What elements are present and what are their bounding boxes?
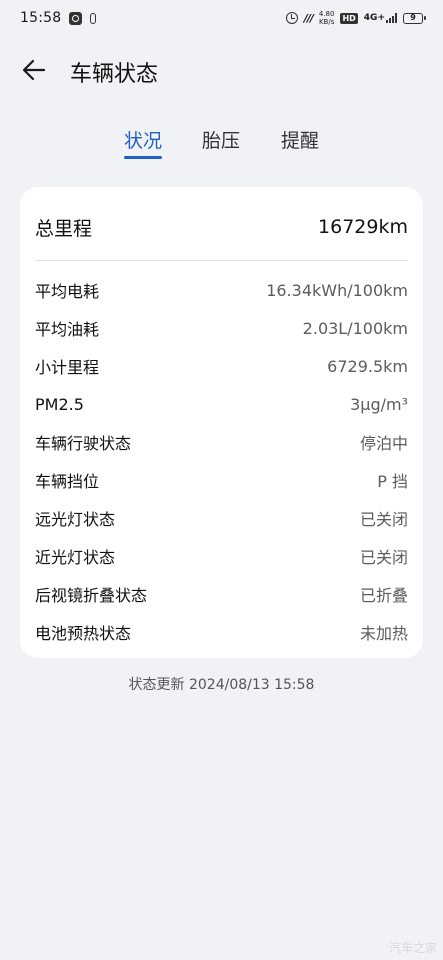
status-card: 总里程 16729km 平均电耗 16.34kWh/100km 平均油耗 2.0… (20, 187, 423, 658)
cellular-signal-icon: 4G+ (364, 13, 397, 23)
nfc-icon: /// (303, 11, 314, 25)
clock: 15:58 (20, 10, 62, 26)
row-label: 电池预热状态 (35, 624, 132, 643)
row-label: 近光灯状态 (35, 548, 116, 567)
row-value: 已关闭 (359, 548, 408, 567)
status-row-driving-state: 车辆行驶状态 停泊中 (35, 423, 408, 461)
status-list: 平均电耗 16.34kWh/100km 平均油耗 2.03L/100km 小计里… (35, 271, 408, 651)
row-label: 平均油耗 (35, 320, 100, 339)
status-row-high-beam: 远光灯状态 已关闭 (35, 499, 408, 537)
link-icon (90, 12, 97, 24)
back-button[interactable] (18, 54, 50, 86)
row-value: 16.34kWh/100km (266, 280, 408, 300)
page-title: 车辆状态 (70, 62, 159, 87)
row-value: 停泊中 (359, 434, 408, 453)
tab-condition[interactable]: 状况 (124, 126, 162, 153)
status-row-pm25: PM2.5 3μg/m³ (35, 385, 408, 423)
divider (35, 260, 408, 261)
row-value: P 挡 (377, 472, 408, 491)
row-label: 车辆行驶状态 (35, 434, 132, 453)
status-row-avg-fuel: 平均油耗 2.03L/100km (35, 309, 408, 347)
status-row-avg-power: 平均电耗 16.34kWh/100km (35, 271, 408, 309)
row-label: 小计里程 (35, 358, 100, 377)
total-mileage-row: 总里程 16729km (35, 209, 408, 245)
status-update-time: 状态更新 2024/08/13 15:58 (128, 677, 315, 693)
row-value: 6729.5km (327, 356, 408, 376)
row-label: 远光灯状态 (35, 510, 116, 529)
alarm-icon (285, 12, 298, 24)
row-value: 未加热 (359, 624, 408, 643)
network-speed: 4.80 KB/s (319, 10, 335, 26)
network-speed-value: 4.80 (318, 10, 335, 18)
watermark-logo: 汽车之家 (388, 941, 437, 955)
tab-reminder[interactable]: 提醒 (281, 126, 319, 153)
row-value: 已关闭 (359, 510, 408, 529)
signal-bars-icon (386, 13, 397, 23)
total-mileage-value: 16729km (318, 216, 408, 238)
row-value: 2.03L/100km (302, 318, 408, 338)
battery-icon: 9 (403, 12, 426, 24)
status-bar-right: /// 4.80 KB/s HD 4G+ 9 (285, 10, 426, 26)
network-speed-unit: KB/s (318, 18, 335, 26)
battery-level: 9 (410, 12, 416, 22)
row-value: 3μg/m³ (350, 394, 408, 414)
app-header: 车辆状态 (0, 44, 443, 96)
back-arrow-icon (22, 59, 46, 81)
row-label: 平均电耗 (35, 282, 100, 301)
tab-tire-pressure[interactable]: 胎压 (202, 126, 240, 153)
total-mileage-label: 总里程 (35, 217, 93, 240)
active-tab-indicator (124, 156, 162, 159)
status-row-trip-mileage: 小计里程 6729.5km (35, 347, 408, 385)
network-type: 4G+ (363, 13, 385, 23)
status-row-mirror-fold: 后视镜折叠状态 已折叠 (35, 575, 408, 613)
vehicle-status-page: 15:58 /// 4.80 KB/s HD 4G+ 9 车辆状态 状况 胎压 … (0, 0, 443, 960)
status-row-gear: 车辆挡位 P 挡 (35, 461, 408, 499)
app-notification-icon (69, 11, 83, 25)
row-label: 车辆挡位 (35, 472, 100, 491)
status-bar: 15:58 /// 4.80 KB/s HD 4G+ 9 (0, 0, 443, 36)
status-bar-left: 15:58 (20, 10, 97, 26)
tab-bar: 状况 胎压 提醒 (0, 120, 443, 164)
status-row-low-beam: 近光灯状态 已关闭 (35, 537, 408, 575)
hd-badge: HD (340, 12, 358, 24)
row-label: PM2.5 (35, 394, 84, 414)
status-row-battery-preheat: 电池预热状态 未加热 (35, 613, 408, 651)
row-value: 已折叠 (359, 586, 408, 605)
row-label: 后视镜折叠状态 (35, 586, 148, 605)
